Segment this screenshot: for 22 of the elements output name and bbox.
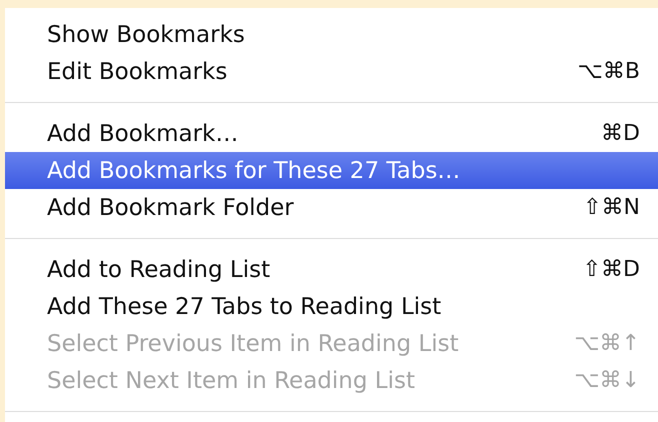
menu-item-label: Add These 27 Tabs to Reading List — [47, 294, 442, 320]
menu-item-label: Select Previous Item in Reading List — [47, 330, 459, 356]
menu-item-label: Show Bookmarks — [47, 22, 245, 48]
menu-item[interactable]: Add These 27 Tabs to Reading List — [5, 288, 658, 325]
menu-item-label: Add Bookmarks for These 27 Tabs… — [47, 158, 460, 184]
menu-item-label: Add Bookmark… — [47, 120, 238, 146]
menu-item[interactable]: Show Bookmarks — [5, 16, 658, 53]
menu-item-label: Edit Bookmarks — [47, 58, 228, 84]
keyboard-shortcut: ⇧⌘N — [583, 195, 640, 220]
menu-item[interactable]: Add to Reading List ⇧⌘D — [5, 251, 658, 288]
menu-item[interactable]: Add Bookmarks for These 27 Tabs… — [5, 152, 658, 189]
menu-item-label: Select Next Item in Reading List — [47, 368, 415, 394]
menu-item-label: Add Bookmark Folder — [47, 194, 294, 220]
menu-item[interactable]: Add Bookmark Folder ⇧⌘N — [5, 189, 658, 226]
menu-item[interactable]: Add Bookmark… ⌘D — [5, 115, 658, 152]
keyboard-shortcut: ⌘D — [601, 121, 640, 146]
keyboard-shortcut: ⇧⌘D — [582, 257, 640, 282]
keyboard-shortcut: ⌥⌘↓ — [574, 368, 640, 393]
keyboard-shortcut: ⌥⌘↑ — [574, 331, 640, 356]
menu-item-label: Add to Reading List — [47, 256, 270, 282]
keyboard-shortcut: ⌥⌘B — [578, 59, 640, 84]
menu-item[interactable]: Edit Bookmarks ⌥⌘B — [5, 53, 658, 90]
